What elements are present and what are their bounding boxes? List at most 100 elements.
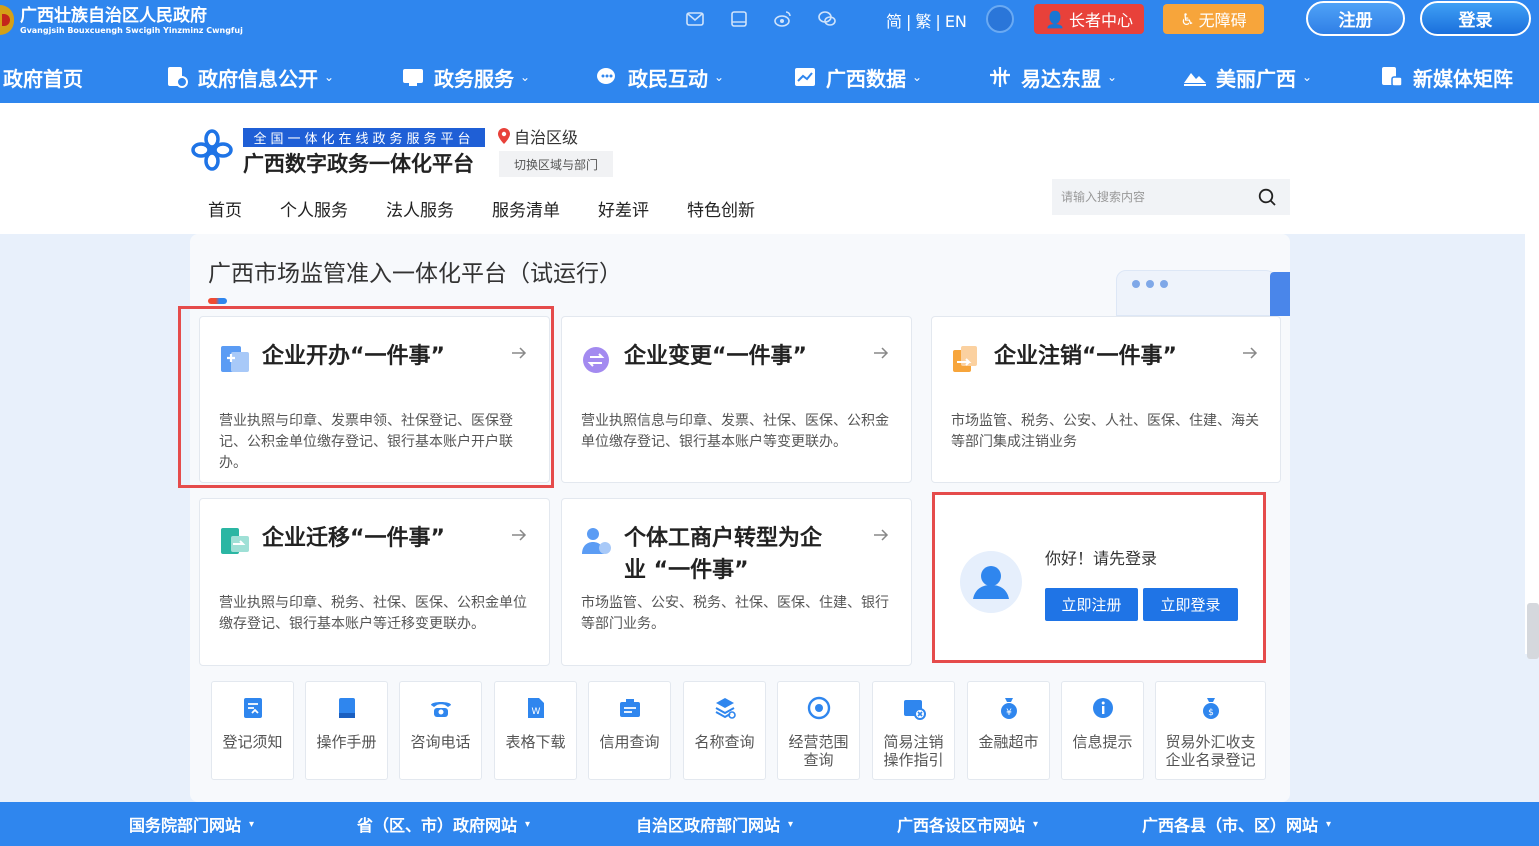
forex-icon: $ (1202, 698, 1219, 719)
nav-label: 政民互动 (628, 66, 708, 91)
chevron-down-icon: ⌄ (1107, 70, 1118, 84)
tool-phone[interactable]: 咨询电话 (399, 681, 482, 780)
accessibility-button[interactable]: ♿ 无障碍 (1163, 4, 1264, 34)
bottom-link-label: 国务院部门网站 (129, 816, 242, 835)
tool-info-tips[interactable]: 信息提示 (1061, 681, 1144, 780)
caret-down-icon: ▾ (249, 818, 255, 830)
nav-info-disclosure[interactable]: 政府信息公开 ⌄ (164, 56, 334, 98)
card-description: 营业执照与印章、税务、社保、医保、公积金单位缴存登记、银行基本账户等迁移变更联办… (219, 595, 527, 632)
wechat-icon[interactable] (816, 8, 838, 30)
tool-label-line2: 企业名录登记 (1165, 751, 1256, 769)
login-greeting: 你好！请先登录 (1045, 549, 1158, 568)
tool-form-download[interactable]: W 表格下载 (494, 681, 577, 780)
tool-register-notice[interactable]: 登记须知 (211, 681, 294, 780)
card-enterprise-change[interactable]: 企业变更“一件事” 营业执照信息与印章、发票、社保、医保、公积金单位缴存登记、银… (561, 316, 912, 483)
bottom-link-cities[interactable]: 广西各设区市网站 ▾ (897, 802, 1038, 846)
nav-label: 广西数据 (826, 66, 906, 91)
info-disclosure-icon (164, 64, 190, 90)
tool-label-line1: 经营范围 (788, 733, 849, 751)
deco-dot (1132, 280, 1140, 288)
nav-label: 美丽广西 (1216, 66, 1296, 91)
tool-manual[interactable]: 操作手册 (305, 681, 388, 780)
subnav-home[interactable]: 首页 (208, 196, 242, 221)
nav-beautiful-gx[interactable]: 美丽广西 ⌄ (1182, 56, 1312, 98)
tool-simple-cancel[interactable]: 简易注销 操作指引 (872, 681, 955, 780)
subnav-rating[interactable]: 好差评 (598, 196, 649, 221)
platform-logo-icon[interactable] (190, 128, 234, 172)
tool-finance-market[interactable]: ¥ 金融超市 (967, 681, 1050, 780)
location-pin-icon (498, 128, 510, 144)
accessibility-label: 无障碍 (1198, 11, 1247, 30)
info-icon (1092, 698, 1113, 718)
nav-new-media[interactable]: 新媒体矩阵 (1379, 56, 1513, 98)
bottom-link-label: 自治区政府部门网站 (636, 816, 781, 835)
nav-gov-service[interactable]: 政务服务 ⌄ (400, 56, 530, 98)
platform-name[interactable]: 广西数字政务一体化平台 (243, 148, 474, 178)
tool-forex-registry[interactable]: $ 贸易外汇收支 企业名录登记 (1155, 681, 1266, 780)
register-button[interactable]: 注册 (1306, 1, 1405, 36)
tool-label: 咨询电话 (410, 733, 471, 751)
chat-icon (594, 64, 620, 90)
bottom-links-bar: 国务院部门网站 ▾ 省（区、市）政府网站 ▾ 自治区政府部门网站 ▾ 广西各设区市网站… (0, 802, 1539, 846)
card-individual-transform[interactable]: 个体工商户转型为企业 “一件事” 市场监管、公安、税务、社保、医保、住建、银行等… (561, 498, 912, 666)
data-icon (792, 64, 818, 90)
bottom-link-region-depts[interactable]: 自治区政府部门网站 ▾ (636, 802, 793, 846)
lang-separator: | (906, 12, 912, 31)
lang-english[interactable]: EN (945, 12, 967, 31)
lang-traditional[interactable]: 繁 (915, 12, 931, 31)
bottom-link-state-council[interactable]: 国务院部门网站 ▾ (129, 802, 254, 846)
login-prompt-card: 你好！请先登录 立即注册 立即登录 (932, 495, 1264, 663)
bottom-link-label: 省（区、市）政府网站 (357, 816, 518, 835)
search-icon[interactable] (1258, 188, 1276, 206)
tool-name-query[interactable]: 名称查询 (683, 681, 766, 780)
tool-label-line2: 操作指引 (883, 751, 944, 769)
lang-simplified[interactable]: 简 (886, 12, 902, 31)
enterprise-cancel-icon (953, 346, 977, 372)
login-button[interactable]: 登录 (1420, 1, 1531, 36)
subnav-innovation[interactable]: 特色创新 (687, 196, 755, 221)
bottom-link-label: 广西各设区市网站 (897, 816, 1026, 835)
chevron-down-icon: ⌄ (520, 70, 531, 84)
register-now-button[interactable]: 立即注册 (1045, 588, 1138, 621)
tool-label-line1: 贸易外汇收支 (1165, 733, 1256, 751)
region-label: 自治区级 (514, 128, 579, 147)
arrow-right-icon (1243, 347, 1258, 359)
subnav-service-list[interactable]: 服务清单 (492, 196, 560, 221)
weibo-icon[interactable] (772, 8, 794, 30)
card-title: 企业开办“一件事” (262, 344, 445, 369)
elder-center-button[interactable]: 👤 长者中心 (1034, 4, 1144, 34)
tool-scope-query[interactable]: 经营范围 查询 (777, 681, 860, 780)
tool-label: 信用查询 (599, 733, 660, 751)
card-enterprise-open[interactable]: 企业开办“一件事” 营业执照与印章、发票申领、社保登记、医保登记、公积金单位缴存… (199, 316, 550, 483)
nav-label: 政务服务 (434, 66, 514, 91)
enterprise-open-icon (221, 346, 249, 372)
bottom-link-counties[interactable]: 广西各县（市、区）网站 ▾ (1142, 802, 1331, 846)
scrollbar-thumb[interactable] (1527, 603, 1539, 659)
card-title: 企业迁移“一件事” (262, 526, 445, 551)
subnav-personal[interactable]: 个人服务 (280, 196, 348, 221)
switch-region-button[interactable]: 切换区域与部门 (499, 151, 613, 177)
nav-gx-data[interactable]: 广西数据 ⌄ (792, 56, 922, 98)
manual-icon (338, 698, 355, 718)
gov-emblem-icon (0, 5, 14, 35)
nav-interaction[interactable]: 政民互动 ⌄ (594, 56, 724, 98)
nav-gov-home[interactable]: 政府首页 (3, 56, 83, 98)
login-now-button[interactable]: 立即登录 (1143, 588, 1238, 621)
search-input[interactable] (1061, 190, 1251, 204)
region-selector[interactable]: 自治区级 (498, 124, 578, 148)
card-enterprise-move[interactable]: 企业迁移“一件事” 营业执照与印章、税务、社保、医保、公积金单位缴存登记、银行基… (199, 498, 550, 666)
card-title: 个体工商户转型为企业 “一件事” (624, 523, 822, 587)
nav-asean[interactable]: 易达东盟 ⌄ (987, 56, 1117, 98)
chevron-down-icon: ⌄ (912, 70, 923, 84)
bottom-link-provinces[interactable]: 省（区、市）政府网站 ▾ (357, 802, 530, 846)
nav-label: 新媒体矩阵 (1413, 66, 1513, 91)
subnav-legal-person[interactable]: 法人服务 (386, 196, 454, 221)
tool-credit-query[interactable]: 信用查询 (588, 681, 671, 780)
phone-icon (430, 702, 451, 717)
tool-label-line2: 查询 (803, 751, 834, 769)
tablet-icon[interactable] (728, 8, 750, 30)
card-enterprise-cancel[interactable]: 企业注销“一件事” 市场监管、税务、公安、人社、医保、住建、海关等部门集成注销业… (931, 316, 1281, 483)
decorative-window-illustration (1116, 262, 1290, 316)
globe-icon[interactable] (986, 5, 1014, 33)
mail-icon[interactable] (684, 8, 706, 30)
